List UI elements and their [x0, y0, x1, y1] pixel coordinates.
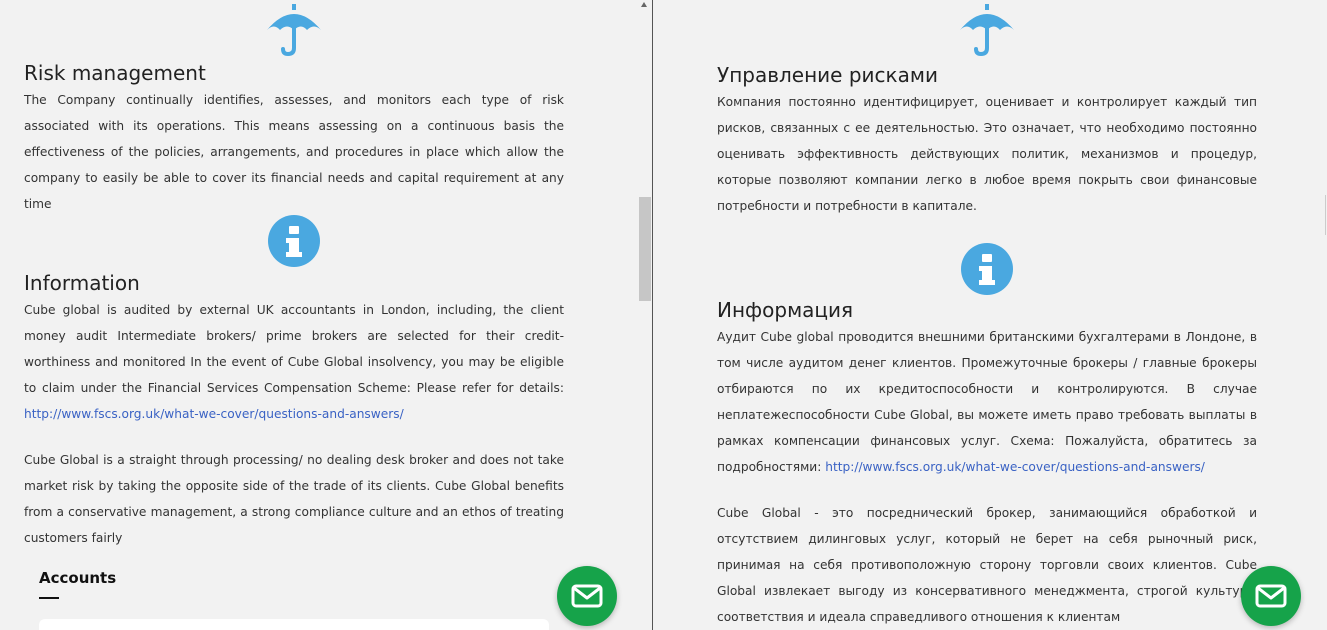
info-text-body: Cube global is audited by external UK ac…: [24, 303, 564, 395]
scrollbar-thumb[interactable]: [639, 197, 651, 301]
mail-icon: [1255, 584, 1287, 608]
info-icon: [960, 242, 1014, 301]
info-text-2-ru: Cube Global - это посреднический брокер,…: [717, 506, 1257, 624]
risk-text-ru: Компания постоянно идентифицирует, оцени…: [717, 95, 1257, 213]
info-heading: Information: [24, 271, 140, 295]
scroll-up-arrow-icon[interactable]: [641, 2, 647, 7]
umbrella-icon: [958, 4, 1016, 63]
info-heading-ru: Информация: [717, 298, 854, 322]
contact-mail-button[interactable]: [557, 566, 617, 626]
info-text: Cube global is audited by external UK ac…: [24, 297, 564, 427]
right-pane: Управление рисками Компания постоянно ид…: [653, 0, 1327, 630]
left-pane: Risk management The Company continually …: [0, 0, 652, 630]
info-text-ru-body: Аудит Cube global проводится внешними бр…: [717, 330, 1257, 474]
risk-heading-ru: Управление рисками: [717, 63, 938, 87]
info-text-2: Cube Global is a straight through proces…: [24, 453, 564, 545]
accounts-card: [39, 619, 549, 630]
risk-text: The Company continually identifies, asse…: [24, 93, 564, 211]
info-text-ru: Аудит Cube global проводится внешними бр…: [717, 324, 1257, 480]
accounts-title: Accounts: [39, 569, 117, 587]
fscs-link-ru[interactable]: http://www.fscs.org.uk/what-we-cover/que…: [825, 460, 1205, 474]
right-scrollbar[interactable]: [1325, 195, 1326, 235]
contact-mail-button-ru[interactable]: [1241, 566, 1301, 626]
risk-heading: Risk management: [24, 61, 206, 85]
fscs-link[interactable]: http://www.fscs.org.uk/what-we-cover/que…: [24, 407, 404, 421]
info-icon: [267, 214, 321, 273]
left-scrollbar[interactable]: [638, 0, 652, 630]
accounts-underline: [39, 597, 59, 599]
mail-icon: [571, 584, 603, 608]
umbrella-icon: [265, 4, 323, 63]
